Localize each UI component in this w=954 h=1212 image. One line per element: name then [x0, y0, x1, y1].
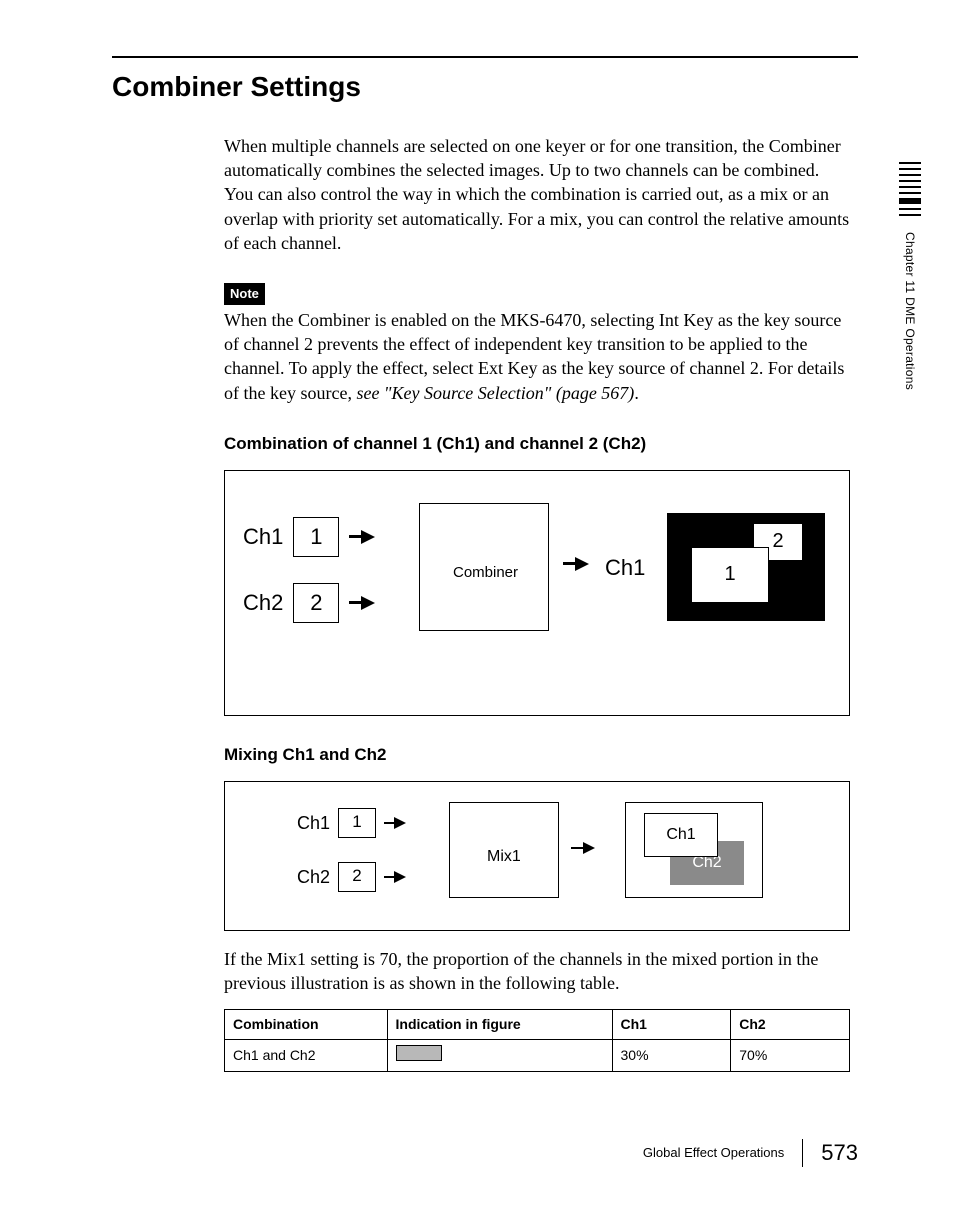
subheading-combination: Combination of channel 1 (Ch1) and chann…: [224, 433, 850, 456]
page-title: Combiner Settings: [112, 68, 858, 106]
subheading-mixing: Mixing Ch1 and Ch2: [224, 744, 850, 767]
td-combination: Ch1 and Ch2: [225, 1040, 388, 1072]
arrow-icon: [349, 596, 375, 610]
arrow-icon: [384, 817, 406, 829]
figure-mixing: Ch1 1 Ch2 2 Mix1 Ch2 Ch1: [224, 781, 850, 931]
td-indication: [387, 1040, 612, 1072]
side-tab: Chapter 11 DME Operations: [892, 158, 928, 390]
fig2-result-ch1: Ch1: [644, 813, 718, 857]
footer-section: Global Effect Operations: [643, 1144, 784, 1162]
fig2-ch1-label: Ch1: [297, 811, 330, 835]
top-rule: [112, 56, 858, 58]
fig1-ch1-label: Ch1: [243, 522, 283, 552]
mix-table: Combination Indication in figure Ch1 Ch2…: [224, 1009, 850, 1072]
fig1-ch1-num: 1: [293, 517, 339, 557]
swatch-icon: [396, 1045, 442, 1061]
th-ch1: Ch1: [612, 1010, 731, 1040]
th-indication: Indication in figure: [387, 1010, 612, 1040]
after-fig2-paragraph: If the Mix1 setting is 70, the proportio…: [224, 947, 850, 996]
arrow-icon: [349, 530, 375, 544]
intro-paragraph-1: When multiple channels are selected on o…: [224, 134, 850, 183]
arrow-icon: [384, 871, 406, 883]
fig2-result: Ch2 Ch1: [625, 802, 763, 898]
fig2-ch1-num: 1: [338, 808, 376, 838]
th-ch2: Ch2: [731, 1010, 850, 1040]
table-row: Ch1 and Ch2 30% 70%: [225, 1040, 850, 1072]
fig1-ch2-num: 2: [293, 583, 339, 623]
side-tab-chapter: Chapter 11 DME Operations: [902, 232, 918, 390]
fig2-mix-label: Mix1: [487, 846, 521, 868]
fig2-ch2-label: Ch2: [297, 865, 330, 889]
td-ch2: 70%: [731, 1040, 850, 1072]
td-ch1: 30%: [612, 1040, 731, 1072]
note-text-c: .: [634, 383, 639, 403]
side-tab-icon: [899, 158, 921, 222]
figure-combination: Ch1 1 Ch2 2 Combiner Ch1 2 1: [224, 470, 850, 716]
arrow-icon: [563, 557, 589, 571]
fig1-result-1: 1: [691, 547, 769, 603]
arrow-icon: [571, 842, 595, 854]
fig1-result: 2 1: [667, 513, 825, 621]
fig1-combiner-label: Combiner: [453, 563, 518, 583]
intro-paragraph-2: You can also control the way in which th…: [224, 182, 850, 255]
note-badge: Note: [224, 283, 265, 305]
fig2-ch2-num: 2: [338, 862, 376, 892]
note-paragraph: When the Combiner is enabled on the MKS-…: [224, 308, 850, 405]
fig1-output-label: Ch1: [605, 553, 645, 583]
footer-page: 573: [821, 1138, 858, 1168]
footer-divider: [802, 1139, 803, 1167]
fig1-ch2-label: Ch2: [243, 588, 283, 618]
footer: Global Effect Operations 573: [643, 1138, 858, 1168]
note-text-link: see "Key Source Selection" (page 567): [356, 383, 634, 403]
th-combination: Combination: [225, 1010, 388, 1040]
